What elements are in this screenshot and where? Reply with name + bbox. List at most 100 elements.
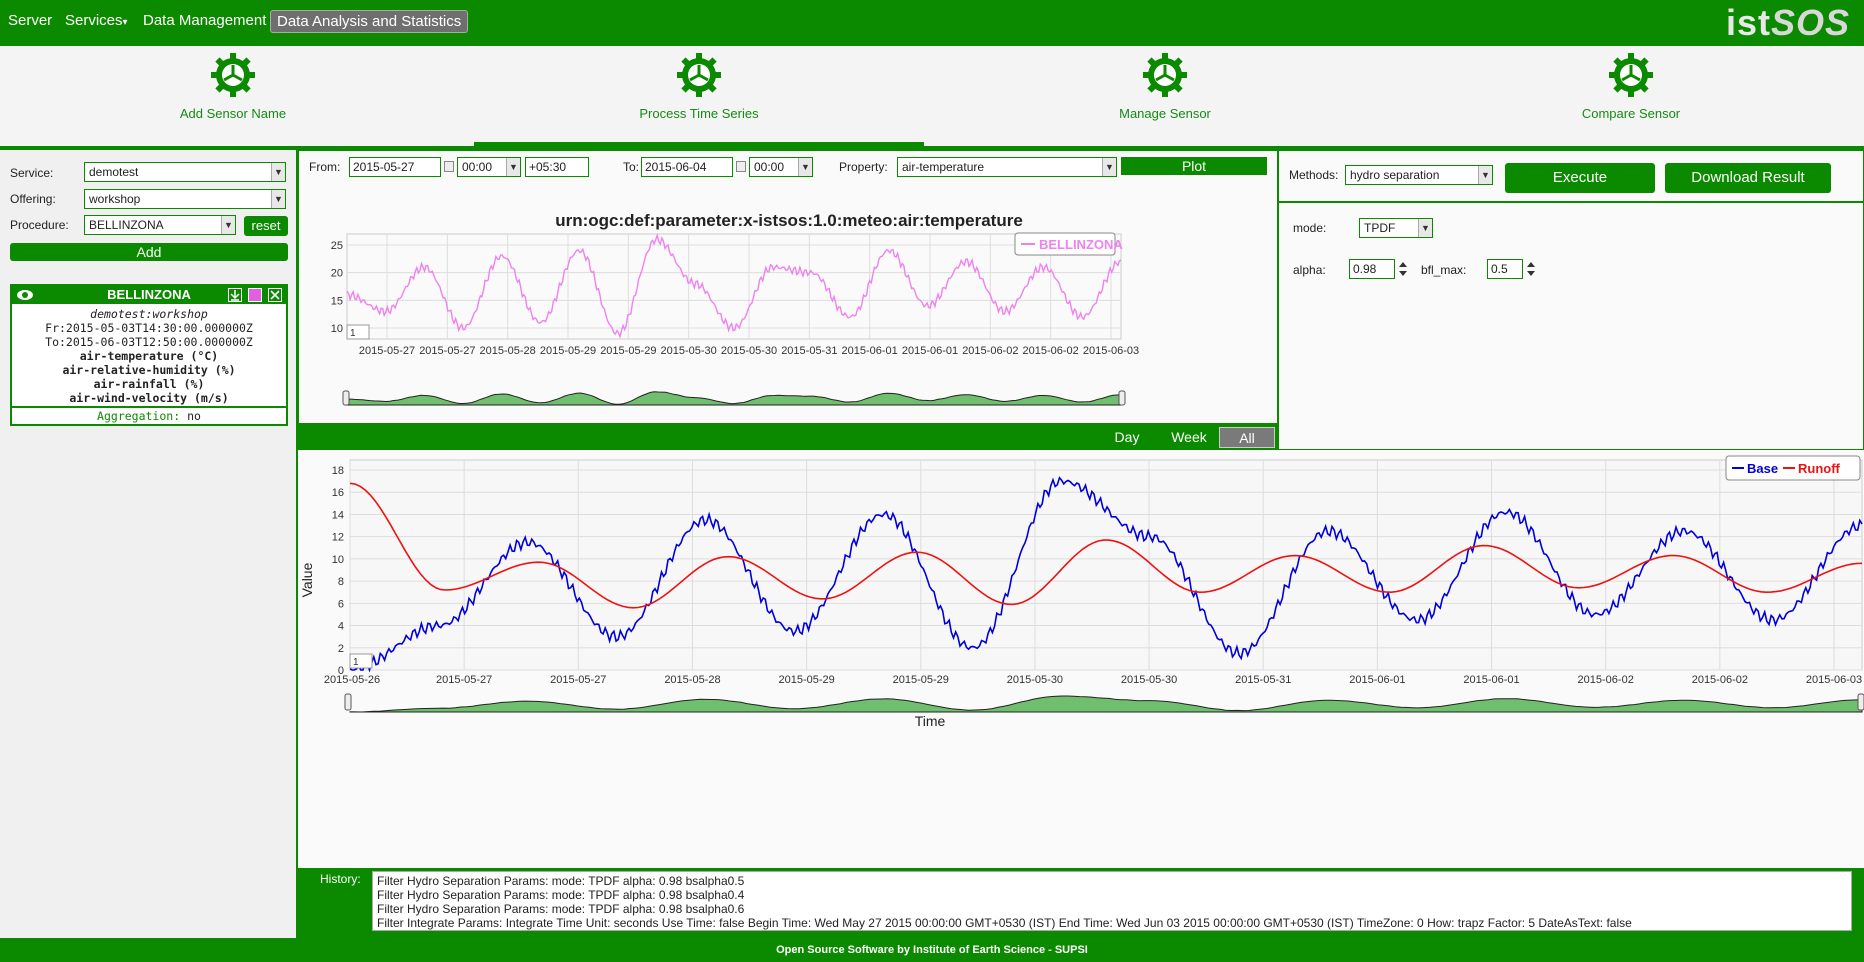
- x-tick-label: 2015-05-28: [664, 674, 720, 686]
- chevron-down-icon: ▼: [271, 190, 285, 208]
- calendar-icon[interactable]: [736, 161, 746, 172]
- mode-value: TPDF: [1364, 221, 1396, 235]
- to-time-value: 00:00: [754, 160, 785, 174]
- property-chart: urn:ogc:def:parameter:x-istsos:1.0:meteo…: [331, 211, 1139, 406]
- x-tick-label: 2015-05-27: [419, 345, 475, 357]
- footer-credit: Open Source Software by Institute of Ear…: [0, 938, 1864, 962]
- spinner-icon[interactable]: [1397, 259, 1409, 279]
- offering-select[interactable]: workshop ▼: [84, 189, 286, 209]
- x-tick-label: 2015-05-30: [721, 345, 777, 357]
- eye-icon[interactable]: [16, 289, 34, 301]
- divider: [1279, 201, 1863, 203]
- range-day-button[interactable]: Day: [1097, 427, 1157, 448]
- mode-label: mode:: [1293, 221, 1327, 235]
- plot-panel: From: 2015-05-27 00:00 ▼ +05:30 To: 2015-…: [298, 150, 1279, 451]
- chevron-down-icon: ▼: [1102, 158, 1116, 176]
- color-swatch[interactable]: [248, 288, 262, 302]
- y-tick-label: 6: [338, 598, 344, 610]
- download-icon[interactable]: [228, 288, 242, 302]
- x-tick-label: 2015-06-03: [1806, 674, 1862, 686]
- gear-icon: [1609, 53, 1653, 97]
- x-tick-label: 2015-05-26: [324, 674, 380, 686]
- aggregation-label: Aggregation:: [97, 409, 181, 423]
- property-select[interactable]: air-temperature ▼: [897, 157, 1117, 177]
- sensor-property: air-wind-velocity (m/s): [69, 391, 229, 405]
- tool-label: Process Time Series: [639, 106, 759, 121]
- zoom-box-label: 1: [350, 328, 356, 339]
- history-log[interactable]: Filter Hydro Separation Params: mode: TP…: [372, 871, 1852, 931]
- reset-button[interactable]: reset: [244, 216, 288, 236]
- sensor-property: air-relative-humidity (%): [62, 363, 236, 377]
- download-result-button[interactable]: Download Result: [1665, 163, 1831, 193]
- history-label: History:: [320, 872, 361, 886]
- add-sensor-button[interactable]: Add: [10, 243, 288, 261]
- spinner-icon[interactable]: [1525, 259, 1537, 279]
- timezone-input[interactable]: +05:30: [525, 157, 589, 177]
- mode-select[interactable]: TPDF ▼: [1359, 218, 1433, 238]
- property-value: air-temperature: [902, 160, 985, 174]
- service-label: Service:: [10, 166, 54, 180]
- service-select[interactable]: demotest ▼: [84, 162, 286, 182]
- execute-button[interactable]: Execute: [1505, 163, 1655, 193]
- to-label: To:: [623, 160, 640, 174]
- chevron-down-icon: ▼: [271, 163, 285, 181]
- x-tick-label: 2015-06-02: [1692, 674, 1748, 686]
- tool-compare-sensor[interactable]: Compare Sensor: [1398, 52, 1864, 121]
- range-selector-bar: Day Week All: [299, 423, 1279, 451]
- y-tick-label: 18: [332, 465, 344, 477]
- procedure-select[interactable]: BELLINZONA ▼: [84, 215, 236, 235]
- calendar-icon[interactable]: [444, 161, 454, 172]
- y-tick-label: 15: [331, 295, 343, 307]
- methods-select[interactable]: hydro separation ▼: [1345, 165, 1493, 185]
- y-tick-label: 12: [332, 532, 344, 544]
- x-tick-label: 2015-05-30: [661, 345, 717, 357]
- nav-services-label: Services: [65, 12, 123, 29]
- logo-sos: SOS: [1770, 2, 1850, 43]
- x-tick-label: 2015-05-27: [359, 345, 415, 357]
- chevron-down-icon: ▼: [798, 158, 812, 176]
- hydro-separation-chart: 1816141210864202015-05-26 2015-05-27 2015-…: [299, 455, 1864, 729]
- x-tick-label: 2015-06-02: [1023, 345, 1079, 357]
- x-tick-label: 2015-05-31: [781, 345, 837, 357]
- alpha-input[interactable]: 0.98: [1349, 259, 1395, 279]
- tool-label: Compare Sensor: [1581, 106, 1681, 121]
- tool-icon-bar: Add Sensor Name Process Time Series Mana…: [0, 46, 1864, 150]
- bfl-max-input[interactable]: 0.5: [1487, 259, 1523, 279]
- x-tick-label: 2015-06-03: [1083, 345, 1139, 357]
- x-tick-label: 2015-05-27: [550, 674, 606, 686]
- range-all-button[interactable]: All: [1219, 427, 1275, 448]
- plot-button[interactable]: Plot: [1121, 157, 1267, 175]
- navigator-left-handle: [342, 390, 350, 406]
- tool-add-sensor-name[interactable]: Add Sensor Name: [0, 52, 466, 121]
- from-time-select[interactable]: 00:00 ▼: [457, 157, 521, 177]
- tool-label: Add Sensor Name: [179, 106, 287, 121]
- procedure-label: Procedure:: [10, 218, 69, 232]
- to-date-input[interactable]: 2015-06-04: [641, 157, 733, 177]
- tool-manage-sensor[interactable]: Manage Sensor: [932, 52, 1398, 121]
- x-tick-label: 2015-06-01: [1463, 674, 1519, 686]
- range-week-button[interactable]: Week: [1159, 427, 1219, 448]
- nav-data-analysis[interactable]: Data Analysis and Statistics: [270, 10, 469, 33]
- sensor-property: air-rainfall (%): [93, 377, 205, 391]
- close-icon[interactable]: [268, 288, 282, 302]
- sensor-property: air-temperature (°C): [79, 349, 219, 363]
- from-time-value: 00:00: [462, 160, 493, 174]
- x-tick-label: 2015-05-29: [540, 345, 596, 357]
- from-date-input[interactable]: 2015-05-27: [349, 157, 441, 177]
- nav-server[interactable]: Server: [8, 12, 52, 29]
- sensor-selection-panel: Service: demotest ▼ Offering: workshop ▼ P…: [0, 150, 298, 938]
- logo-ist: ist: [1725, 2, 1771, 43]
- methods-panel: Methods: hydro separation ▼ Execute Downl…: [1278, 150, 1864, 450]
- tool-process-time-series[interactable]: Process Time Series: [466, 52, 932, 121]
- navigator-left-handle: [344, 693, 352, 711]
- procedure-value: BELLINZONA: [89, 218, 164, 232]
- y-tick-label: 14: [332, 509, 344, 521]
- to-time-select[interactable]: 00:00 ▼: [749, 157, 813, 177]
- chevron-down-icon: ▼: [221, 216, 235, 234]
- nav-services[interactable]: Services▾: [65, 12, 128, 29]
- history-entry: Filter Hydro Separation Params: mode: TP…: [377, 888, 745, 902]
- sensor-details: demotest:workshop Fr:2015-05-03T14:30:00…: [12, 304, 286, 405]
- history-entry: Filter Integrate Params: Integrate Time …: [377, 916, 1632, 930]
- nav-data-management[interactable]: Data Management: [143, 12, 266, 29]
- history-entry: Filter Hydro Separation Params: mode: TP…: [377, 902, 745, 916]
